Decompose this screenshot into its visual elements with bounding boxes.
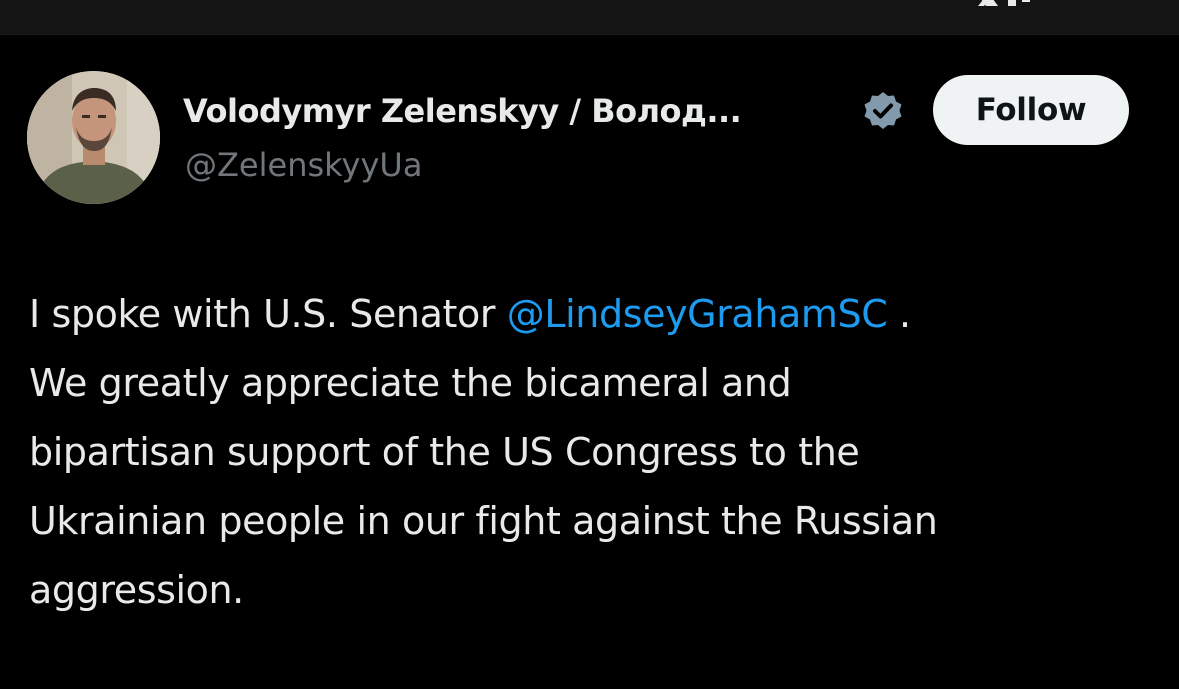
tweet-line-5: aggression. [29, 568, 244, 612]
tweet-line-1: I spoke with U.S. Senator @LindseyGraham… [29, 280, 1149, 349]
tweet-line-2: We greatly appreciate the bicameral and [29, 361, 792, 405]
tweet-line-1-suffix: . [887, 292, 911, 336]
tweet-page: Volodymyr Zelenskyy / Волод... @Zelensky… [0, 0, 1179, 689]
top-nav-bar [0, 0, 1179, 35]
tweet-line-3: bipartisan support of the US Congress to… [29, 430, 860, 474]
tweet-line-4: Ukrainian people in our fight against th… [29, 499, 938, 543]
verified-badge-icon[interactable] [862, 90, 904, 132]
author-handle[interactable]: @ZelenskyyUa [185, 143, 422, 187]
x-logo-icon[interactable] [968, 0, 1032, 6]
tweet-line-1-prefix: I spoke with U.S. Senator [29, 292, 507, 336]
follow-button[interactable]: Follow [933, 75, 1129, 145]
avatar[interactable] [27, 71, 160, 204]
tweet-text: I spoke with U.S. Senator @LindseyGraham… [29, 280, 1149, 625]
mention-link[interactable]: @LindseyGrahamSC [507, 292, 888, 336]
author-display-name[interactable]: Volodymyr Zelenskyy / Волод... [183, 86, 742, 136]
